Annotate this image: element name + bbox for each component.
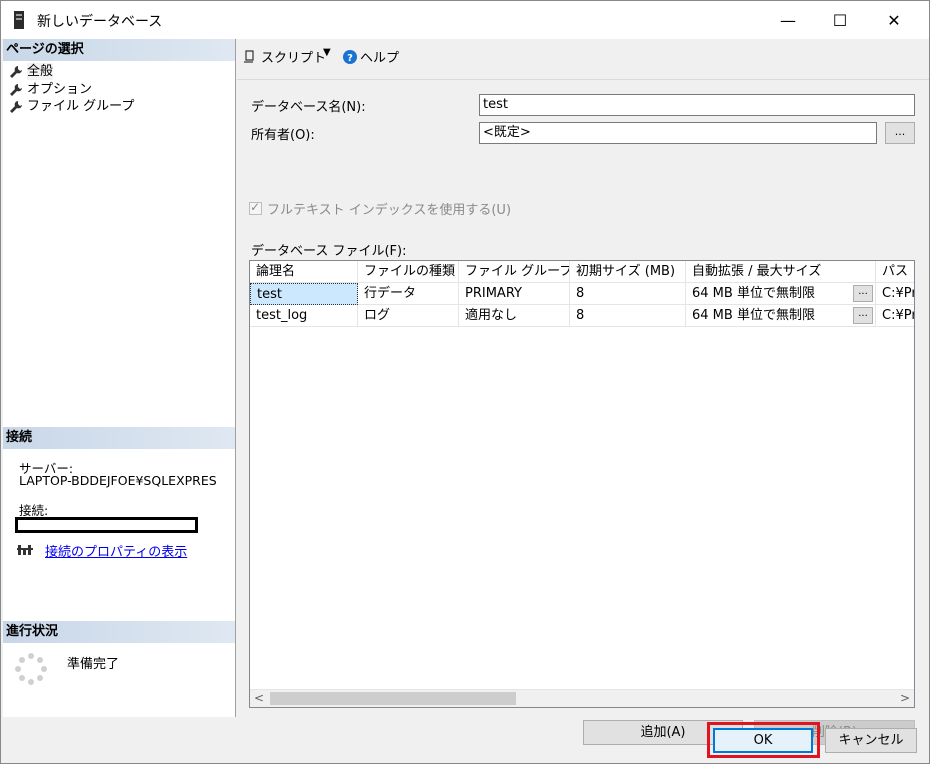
col-path[interactable]: パス [876,261,914,283]
cell-filegroup[interactable]: PRIMARY [459,283,570,305]
col-autogrowth[interactable]: 自動拡張 / 最大サイズ [686,261,876,283]
scroll-left-icon[interactable]: < [254,690,264,707]
autogrowth-edit-button[interactable]: ... [853,285,873,302]
cell-file-type[interactable]: 行データ [358,283,459,305]
connection-header: 接続 [3,427,235,449]
owner-label: 所有者(O): [251,128,315,143]
owner-browse-button[interactable]: ... [885,122,915,144]
cell-path[interactable]: C:¥Pr [876,283,914,305]
chevron-down-icon: ▼ [323,47,331,58]
progress-header: 進行状況 [3,621,235,643]
help-label: ヘルプ [360,51,400,66]
page-item-options[interactable]: オプション [9,81,92,98]
wrench-icon [10,100,22,113]
page-select-header: ページの選択 [3,39,235,61]
page-item-general[interactable]: 全般 [9,63,54,80]
autogrowth-edit-button[interactable]: ... [853,307,873,324]
col-file-type[interactable]: ファイルの種類 [358,261,459,283]
help-button[interactable]: ? ヘルプ [343,47,399,66]
autogrowth-value: 64 MB 単位で無制限 [692,308,815,323]
progress-status: 準備完了 [67,657,120,672]
database-server-icon [14,11,24,29]
toolbar: スクリプト ▼ ? ヘルプ [237,39,929,80]
cell-logical-name[interactable]: test_log [250,305,358,327]
close-button[interactable]: ✕ [871,1,917,39]
page-item-filegroups[interactable]: ファイル グループ [9,98,134,115]
title-bar: 新しいデータベース — ☐ ✕ [1,1,929,39]
new-database-dialog: 新しいデータベース — ☐ ✕ ページの選択 全般 オプション ファイル グルー… [0,0,930,764]
fulltext-checkbox[interactable] [249,200,262,215]
page-item-label: オプション [27,82,93,97]
script-button[interactable]: スクリプト [243,47,326,66]
right-pane: スクリプト ▼ ? ヘルプ データベース名(N): test 所有者(O): <… [237,39,929,745]
redacted-connection-value [15,517,198,533]
script-icon [244,49,254,63]
window-title: 新しいデータベース [37,14,163,30]
scrollbar-thumb[interactable] [270,692,516,705]
cell-filegroup[interactable]: 適用なし [459,305,570,327]
help-icon: ? [343,49,357,64]
cell-initial-size[interactable]: 8 [570,305,686,327]
col-filegroup[interactable]: ファイル グループ [459,261,570,283]
svg-text:?: ? [347,53,353,64]
cell-file-type[interactable]: ログ [358,305,459,327]
horizontal-scrollbar[interactable]: < > [250,689,914,707]
owner-input[interactable]: <既定> [479,122,877,144]
wrench-icon [10,83,22,96]
col-logical-name[interactable]: 論理名 [250,261,358,283]
progress-spinner-icon [15,653,47,685]
wrench-icon [10,65,22,78]
autogrowth-value: 64 MB 単位で無制限 [692,286,815,301]
left-pane: ページの選択 全般 オプション ファイル グループ 接続 サーバー: LAPTO… [3,39,236,717]
cancel-button[interactable]: キャンセル [825,728,917,753]
grid-header-row: 論理名 ファイルの種類 ファイル グループ 初期サイズ (MB) 自動拡張 / … [250,261,914,283]
maximize-button[interactable]: ☐ [817,1,863,39]
col-initial-size[interactable]: 初期サイズ (MB) [570,261,686,283]
connection-properties-link[interactable]: 接続のプロパティの表示 [45,541,187,560]
cell-path[interactable]: C:¥Pr [876,305,914,327]
script-label: スクリプト [261,51,327,66]
db-name-label: データベース名(N): [251,100,366,115]
db-files-label: データベース ファイル(F): [251,244,407,259]
fulltext-label: フルテキスト インデックスを使用する(U) [267,203,512,218]
server-value: LAPTOP-BDDEJFOE¥SQLEXPRES [19,473,217,488]
table-row[interactable]: test 行データ PRIMARY 8 64 MB 単位で無制限 ... C:¥… [250,283,914,305]
script-dropdown-button[interactable]: ▼ [323,47,331,58]
connection-properties-icon [17,545,33,555]
ok-button[interactable]: OK [713,728,813,753]
cell-initial-size[interactable]: 8 [570,283,686,305]
cell-autogrowth: 64 MB 単位で無制限 ... [686,305,876,327]
db-files-grid: 論理名 ファイルの種類 ファイル グループ 初期サイズ (MB) 自動拡張 / … [249,260,915,708]
general-page-content: データベース名(N): test 所有者(O): <既定> ... フルテキスト… [237,80,929,745]
fulltext-option[interactable]: フルテキスト インデックスを使用する(U) [249,199,511,218]
cell-logical-name[interactable]: test [250,283,358,305]
page-item-label: ファイル グループ [27,99,135,114]
table-row[interactable]: test_log ログ 適用なし 8 64 MB 単位で無制限 ... C:¥P… [250,305,914,327]
scroll-right-icon[interactable]: > [900,690,910,707]
minimize-button[interactable]: — [765,1,811,39]
page-item-label: 全般 [27,63,54,80]
db-name-input[interactable]: test [479,94,915,116]
cell-autogrowth: 64 MB 単位で無制限 ... [686,283,876,305]
